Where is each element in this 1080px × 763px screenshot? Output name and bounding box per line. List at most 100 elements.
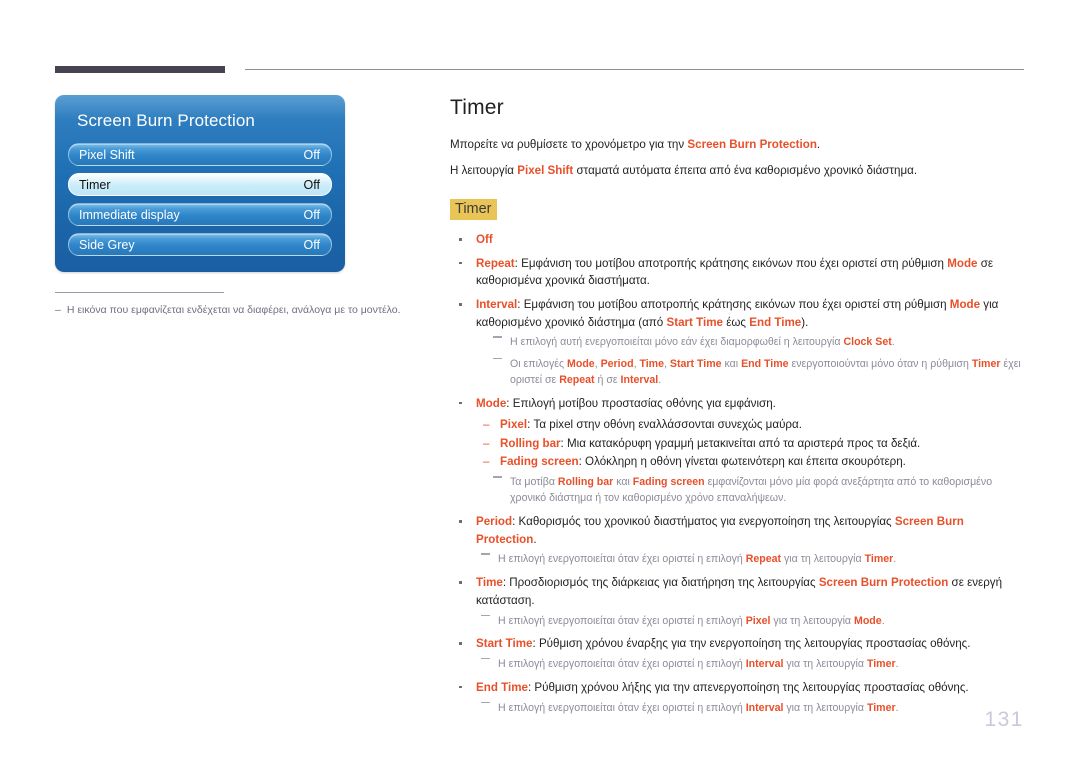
interval-desc-c: έως	[722, 315, 750, 329]
list-item-start-time: Start Time: Ρύθμιση χρόνου έναρξης για τ…	[450, 635, 1025, 673]
note-clock-a: Η επιλογή αυτή ενεργοποιείται μόνο εάν έ…	[510, 336, 844, 349]
keyword-pixel-shift: Pixel Shift	[517, 163, 574, 177]
keyword-mode: Mode	[476, 396, 507, 410]
keyword-end-time: End Time	[476, 680, 528, 694]
note-dash-icon	[481, 614, 490, 616]
osd-row-label: Side Grey	[79, 237, 135, 252]
keyword-screen-burn-protection: Screen Burn Protection	[687, 138, 817, 151]
intro-1-text-post: .	[816, 138, 821, 151]
note-opts-b: ενεργοποιούνται μόνο όταν η ρύθμιση	[788, 358, 972, 371]
list-item-off: Off	[450, 231, 1025, 249]
keyword-time: Time	[639, 358, 664, 371]
sub-item-pixel: – Pixel: Τα pixel στην οθόνη εναλλάσσοντ…	[476, 416, 1025, 434]
image-footnote: – Η εικόνα που εμφανίζεται ενδέχεται να …	[55, 303, 455, 318]
note-clock-b: .	[891, 336, 895, 349]
keyword-start-time: Start Time	[666, 315, 723, 329]
keyword-interval: Interval	[476, 298, 518, 312]
bullet-dot-icon	[459, 642, 462, 645]
header-thick-rule	[55, 66, 225, 73]
note-period-b: για τη λειτουργία	[781, 553, 865, 566]
osd-row-value: Off	[303, 147, 320, 162]
keyword-rolling-bar: Rolling bar	[500, 436, 561, 450]
footnote-dash-marker: –	[55, 304, 61, 316]
page-number: 131	[984, 708, 1024, 731]
note-period-a: Η επιλογή ενεργοποιείται όταν έχει οριστ…	[498, 553, 746, 566]
interval-desc-d: ).	[801, 315, 809, 329]
note-opts-a: Οι επιλογές	[510, 358, 568, 371]
sub-fading-desc: : Ολόκληρη η οθόνη γίνεται φωτεινότερη κ…	[578, 455, 906, 469]
osd-row-timer[interactable]: Timer Off	[68, 173, 332, 196]
keyword-fading-screen: Fading screen	[500, 455, 579, 469]
note-time-pixel: Η επιλογή ενεργοποιείται όταν έχει οριστ…	[476, 614, 1025, 630]
header-thin-rule	[245, 69, 1024, 70]
note-start-a: Η επιλογή ενεργοποιείται όταν έχει οριστ…	[498, 658, 746, 671]
keyword-mode: Mode	[567, 358, 595, 371]
section-tag-timer: Timer	[450, 199, 497, 221]
sub-dash-icon: –	[483, 455, 490, 469]
intro-2-text-pre: Η λειτουργία	[450, 163, 518, 177]
note-time-b: για τη λειτουργία	[770, 614, 855, 627]
keyword-end-time: End Time	[749, 315, 802, 329]
note-period-c: .	[893, 553, 897, 566]
note-dash-icon	[481, 701, 490, 703]
interval-desc-a: : Εμφάνιση του μοτίβου αποτροπής κράτηση…	[517, 298, 950, 312]
keyword-screen-burn-protection: Screen Burn Protection	[818, 576, 949, 590]
page-title: Timer	[450, 96, 504, 119]
footnote-text: Η εικόνα που εμφανίζεται ενδέχεται να δι…	[66, 304, 401, 316]
bullet-dot-icon	[459, 685, 462, 689]
keyword-time: Time	[476, 576, 503, 590]
note-patterns-b: και	[613, 476, 633, 489]
bullet-dot-icon	[459, 303, 462, 306]
osd-row-value: Off	[303, 237, 320, 252]
osd-row-value: Off	[303, 177, 320, 192]
repeat-desc-a: : Εμφάνιση του μοτίβου αποτροπής κράτηση…	[514, 256, 948, 270]
sub-pixel-desc: : Τα pixel στην οθόνη εναλλάσσονται συνε…	[527, 417, 802, 431]
bullet-dot-icon	[459, 581, 462, 584]
bullet-dot-icon	[459, 401, 462, 405]
keyword-interval: Interval	[745, 658, 784, 671]
keyword-fading-screen: Fading screen	[632, 476, 705, 489]
keyword-repeat: Repeat	[745, 553, 782, 566]
sub-rolling-desc: : Μια κατακόρυφη γραμμή μετακινείται από…	[560, 436, 921, 450]
image-footnote-block: – Η εικόνα που εμφανίζεται ενδέχεται να …	[55, 292, 455, 318]
keyword-off: Off	[476, 233, 493, 247]
keyword-timer: Timer	[864, 553, 894, 566]
note-start-interval: Η επιλογή ενεργοποιείται όταν έχει οριστ…	[476, 657, 1025, 673]
note-clock-set: Η επιλογή αυτή ενεργοποιείται μόνο εάν έ…	[488, 335, 1025, 351]
intro-paragraph-1: Μπορείτε να ρυθμίσετε το χρονόμετρο για …	[450, 136, 1025, 154]
list-item-repeat: Repeat: Εμφάνιση του μοτίβου αποτροπής κ…	[450, 255, 1025, 290]
bullet-dot-icon	[459, 238, 462, 241]
sub-dash-icon: –	[483, 436, 490, 450]
list-item-interval: Interval: Εμφάνιση του μοτίβου αποτροπής…	[450, 296, 1025, 389]
note-time-a: Η επιλογή ενεργοποιείται όταν έχει οριστ…	[498, 614, 746, 627]
intro-paragraph-2: Η λειτουργία Pixel Shift σταματά αυτόματ…	[450, 162, 1025, 180]
left-column: Screen Burn Protection Pixel Shift Off T…	[55, 95, 400, 272]
keyword-repeat: Repeat	[559, 374, 595, 387]
intro-2-text-post: σταματά αυτόματα έπειτα από ένα καθορισμ…	[573, 163, 918, 177]
page-header-rules	[0, 0, 1080, 73]
osd-menu-panel: Screen Burn Protection Pixel Shift Off T…	[55, 95, 345, 272]
note-dash-icon	[481, 658, 490, 660]
keyword-period: Period	[476, 515, 513, 529]
intro-1-text-pre: Μπορείτε να ρυθμίσετε το χρονόμετρο για …	[450, 138, 688, 151]
note-opts-d: ή σε	[594, 374, 621, 387]
note-period-repeat: Η επιλογή ενεργοποιείται όταν έχει οριστ…	[476, 552, 1025, 568]
note-dash-icon	[493, 358, 502, 360]
note-start-c: .	[895, 658, 899, 671]
osd-row-immediate-display[interactable]: Immediate display Off	[68, 203, 332, 226]
keyword-start-time: Start Time	[476, 637, 533, 651]
keyword-interval: Interval	[620, 374, 659, 387]
osd-row-pixel-shift[interactable]: Pixel Shift Off	[68, 143, 332, 166]
note-dash-icon	[493, 336, 502, 338]
keyword-mode: Mode	[949, 298, 981, 312]
keyword-period: Period	[600, 358, 634, 371]
note-dash-icon	[493, 476, 502, 478]
note-start-b: για τη λειτουργία	[783, 658, 867, 671]
keyword-repeat: Repeat	[476, 256, 515, 270]
keyword-mode: Mode	[947, 256, 978, 270]
footnote-rule	[55, 292, 224, 293]
mode-desc-a: : Επιλογή μοτίβου προστασίας οθόνης για …	[506, 396, 776, 410]
osd-row-side-grey[interactable]: Side Grey Off	[68, 233, 332, 256]
time-desc-a: : Προσδιορισμός της διάρκειας για διατήρ…	[502, 576, 819, 590]
note-options-enabled: Οι επιλογές Mode, Period, Time, Start Ti…	[488, 357, 1025, 389]
